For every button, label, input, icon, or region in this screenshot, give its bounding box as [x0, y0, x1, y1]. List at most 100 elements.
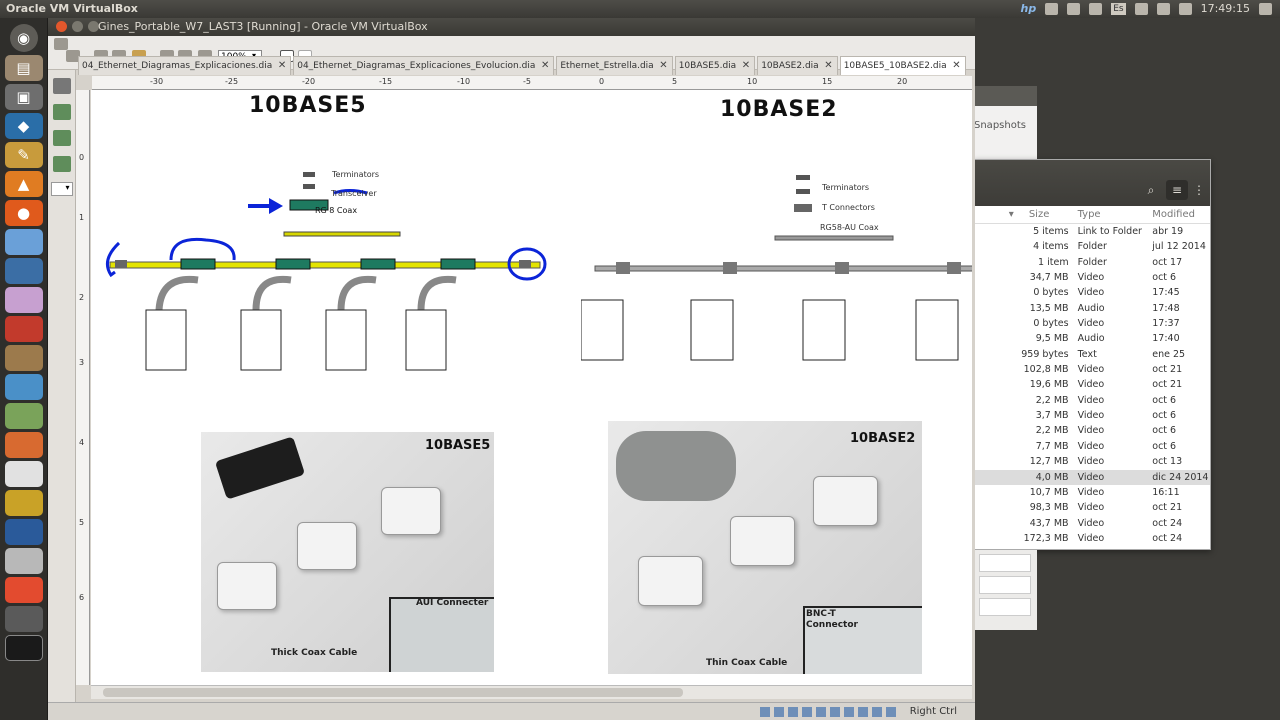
- file-row[interactable]: 1 item Folder oct 17: [974, 255, 1210, 270]
- virtualbox-icon[interactable]: ◆: [4, 113, 43, 139]
- horizontal-scrollbar[interactable]: [91, 685, 972, 699]
- file-row[interactable]: 2,2 MB Video oct 6: [974, 393, 1210, 408]
- line-tool-icon[interactable]: [52, 130, 71, 146]
- clock[interactable]: 17:49:15: [1201, 0, 1250, 18]
- scrollbar-thumb[interactable]: [103, 688, 683, 697]
- file-modified: oct 21: [1152, 379, 1183, 391]
- search-icon[interactable]: ⌕: [1140, 180, 1162, 200]
- file-row[interactable]: 172,3 MB Video oct 24: [974, 531, 1210, 546]
- label-rg58-coax: RG58-AU Coax: [820, 223, 879, 232]
- firefox-icon[interactable]: ●: [4, 200, 43, 226]
- file-row[interactable]: 9,5 MB Audio 17:40: [974, 331, 1210, 346]
- network-icon[interactable]: [1134, 3, 1148, 15]
- col-type[interactable]: Type: [1074, 206, 1149, 223]
- photo-right-bnc-1: BNC-T: [806, 609, 836, 619]
- hp-icon[interactable]: hp: [1020, 0, 1036, 18]
- file-row[interactable]: 19,6 MB Video oct 21: [974, 377, 1210, 392]
- file-modified: 17:48: [1152, 302, 1180, 314]
- battery-icon[interactable]: [1156, 3, 1170, 15]
- tab-4[interactable]: 10BASE5.dia ✕: [674, 56, 756, 75]
- audacity-icon[interactable]: ▲: [4, 171, 43, 197]
- file-row[interactable]: 5 items Link to Folder abr 19: [974, 224, 1210, 239]
- sort-indicator[interactable]: ▾: [974, 206, 1019, 223]
- file-row[interactable]: 34,7 MB Video oct 6: [974, 270, 1210, 285]
- snapshots-label[interactable]: Snapshots: [974, 120, 1026, 131]
- file-row[interactable]: 12,7 MB Video oct 13: [974, 454, 1210, 469]
- list-view-icon[interactable]: ≡: [1166, 180, 1188, 200]
- col-size[interactable]: Size: [1019, 206, 1074, 223]
- app-icon[interactable]: [4, 345, 43, 371]
- file-size: 3,7 MB: [1035, 410, 1069, 422]
- mail-icon[interactable]: [1045, 3, 1059, 15]
- vbox-status-icons[interactable]: [760, 707, 900, 717]
- app-icon[interactable]: [4, 548, 43, 574]
- file-row[interactable]: 7,7 MB Video oct 6: [974, 439, 1210, 454]
- camera-icon[interactable]: [1067, 3, 1081, 15]
- file-row[interactable]: 102,8 MB Video oct 21: [974, 362, 1210, 377]
- tab-close-icon[interactable]: ✕: [824, 57, 832, 75]
- app-icon[interactable]: [4, 374, 43, 400]
- connector-tool-icon[interactable]: [52, 156, 71, 172]
- tab-3[interactable]: Ethernet_Estrella.dia ✕: [556, 56, 673, 75]
- tab-2[interactable]: 04_Ethernet_Diagramas_Explicaciones_Evol…: [293, 56, 555, 75]
- file-row[interactable]: 98,3 MB Video oct 21: [974, 500, 1210, 515]
- keyboard-layout[interactable]: Es: [1111, 3, 1126, 15]
- app-icon[interactable]: [4, 316, 43, 342]
- app-icon[interactable]: [4, 287, 43, 313]
- tab-close-icon[interactable]: ✕: [541, 57, 549, 75]
- bluetooth-icon[interactable]: [1089, 3, 1103, 15]
- settings-gear-icon[interactable]: [1259, 3, 1272, 15]
- files-icon[interactable]: ▤: [4, 55, 43, 81]
- tab-label: Ethernet_Estrella.dia: [560, 61, 654, 71]
- file-size: 102,8 MB: [1023, 364, 1069, 376]
- tab-close-icon[interactable]: ✕: [659, 57, 667, 75]
- volume-icon[interactable]: [1178, 3, 1192, 15]
- label-transceiver: Transceiver: [331, 189, 377, 198]
- camera-icon[interactable]: ▣: [4, 84, 43, 110]
- file-row[interactable]: 13,5 MB Audio 17:48: [974, 301, 1210, 316]
- app-icon[interactable]: [4, 490, 43, 516]
- file-row[interactable]: 4 items Folder jul 12 2014: [974, 239, 1210, 254]
- app-icon[interactable]: [4, 403, 43, 429]
- file-row[interactable]: 10,7 MB Video 16:11: [974, 485, 1210, 500]
- close-button[interactable]: [56, 21, 67, 32]
- tab-close-icon[interactable]: ✕: [952, 57, 960, 75]
- app-icon[interactable]: [4, 461, 43, 487]
- app-icon[interactable]: [4, 432, 43, 458]
- file-row[interactable]: 0 bytes Video 17:37: [974, 316, 1210, 331]
- tab-close-icon[interactable]: ✕: [278, 57, 286, 75]
- move-tool-icon[interactable]: [52, 78, 71, 94]
- minimize-button[interactable]: [72, 21, 83, 32]
- app-icon[interactable]: [4, 635, 43, 661]
- grid-view-icon[interactable]: ⋮: [1188, 180, 1210, 200]
- file-row[interactable]: 43,7 MB Video oct 24: [974, 516, 1210, 531]
- file-size: 12,7 MB: [1029, 456, 1069, 468]
- file-type: Video: [1077, 486, 1105, 498]
- column-headers: ▾ Size Type Modified: [974, 206, 1210, 224]
- ruler-tick-label: 20: [897, 77, 908, 86]
- tab-5[interactable]: 10BASE2.dia ✕: [757, 56, 838, 75]
- shape-tool-icon[interactable]: [52, 104, 71, 120]
- app-icon[interactable]: [4, 577, 43, 603]
- col-modified[interactable]: Modified: [1148, 206, 1210, 223]
- app-icon[interactable]: [4, 258, 43, 284]
- file-size: 9,5 MB: [1035, 333, 1069, 345]
- kolourpaint-icon[interactable]: ✎: [4, 142, 43, 168]
- file-row[interactable]: 0 bytes Video 17:45: [974, 285, 1210, 300]
- file-row[interactable]: 3,7 MB Video oct 6: [974, 408, 1210, 423]
- app-icon[interactable]: [4, 606, 43, 632]
- shape-dropdown[interactable]: ▾: [50, 182, 73, 196]
- app-icon[interactable]: [4, 519, 43, 545]
- ruler-tick-label: 2: [79, 293, 85, 302]
- ubuntu-icon[interactable]: ◉: [9, 24, 38, 52]
- tab-1[interactable]: 04_Ethernet_Diagramas_Explicaciones.dia ✕: [78, 56, 292, 75]
- file-row[interactable]: 2,2 MB Video oct 6: [974, 423, 1210, 438]
- app-icon[interactable]: [4, 229, 43, 255]
- tab-close-icon[interactable]: ✕: [742, 57, 750, 75]
- window-titlebar: Gines_Portable_W7_LAST3 [Running] - Orac…: [48, 18, 975, 36]
- diagram-canvas[interactable]: 10BASE5 10BASE2 Terminators Transceiver …: [91, 90, 972, 686]
- new-icon[interactable]: [54, 38, 68, 50]
- file-row[interactable]: 959 bytes Text ene 25: [974, 347, 1210, 362]
- file-row[interactable]: 4,0 MB Video dic 24 2014: [974, 469, 1210, 485]
- tab-6[interactable]: 10BASE5_10BASE2.dia ✕: [839, 56, 966, 75]
